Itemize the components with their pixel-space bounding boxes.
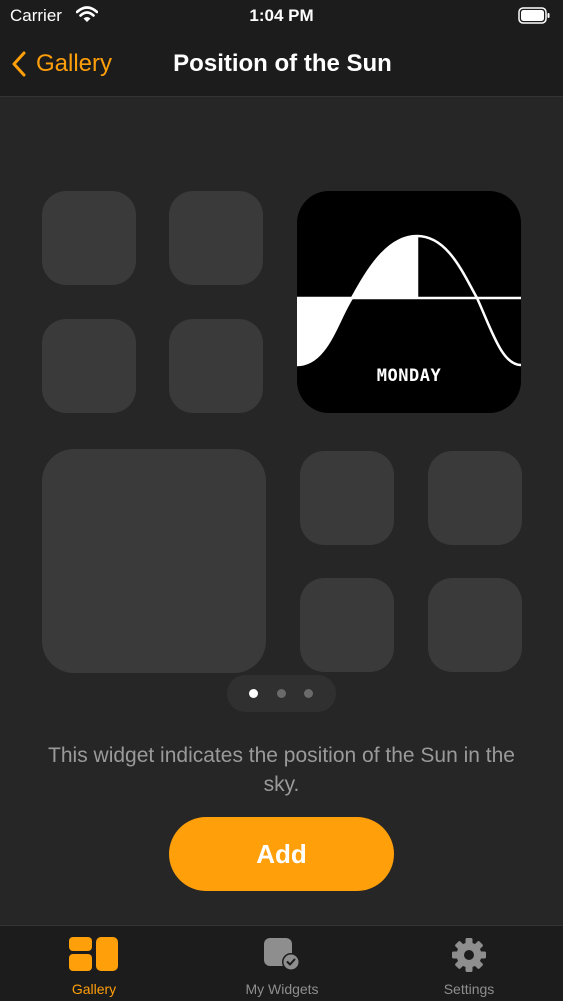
- placeholder-large-widget: [42, 449, 266, 673]
- page-dot-2[interactable]: [277, 689, 286, 698]
- status-bar: Carrier 1:04 PM: [0, 0, 563, 32]
- placeholder-app-tile: [300, 451, 394, 545]
- widget-day-label: MONDAY: [376, 366, 442, 386]
- placeholder-app-tile: [169, 191, 263, 285]
- tab-settings[interactable]: Settings: [375, 926, 563, 1001]
- placeholder-app-tile: [428, 451, 522, 545]
- tab-gallery-label: Gallery: [71, 981, 117, 997]
- my-widgets-icon: [262, 936, 302, 977]
- tab-bar: Gallery My Widgets Settings: [0, 925, 563, 1001]
- navigation-bar: Gallery Position of the Sun: [0, 32, 563, 97]
- placeholder-app-tile: [42, 319, 136, 413]
- placeholder-app-tile: [169, 319, 263, 413]
- tab-my-widgets-label: My Widgets: [245, 981, 319, 997]
- sun-position-widget-preview: MONDAY: [297, 191, 521, 413]
- widget-description: This widget indicates the position of th…: [48, 744, 515, 796]
- page-indicator[interactable]: [227, 675, 336, 712]
- placeholder-app-tile: [42, 191, 136, 285]
- tab-my-widgets[interactable]: My Widgets: [188, 926, 376, 1001]
- gallery-icon: [68, 936, 120, 977]
- add-widget-button[interactable]: Add: [169, 817, 394, 891]
- placeholder-app-tile: [428, 578, 522, 672]
- page-title: Position of the Sun: [173, 50, 392, 77]
- tab-gallery[interactable]: Gallery: [0, 926, 188, 1001]
- tab-settings-label: Settings: [443, 981, 495, 997]
- gear-icon: [450, 936, 488, 979]
- battery-icon: [518, 7, 550, 29]
- page-dot-1[interactable]: [249, 689, 258, 698]
- status-time: 1:04 PM: [249, 6, 314, 25]
- placeholder-app-tile: [300, 578, 394, 672]
- page-dot-3[interactable]: [304, 689, 313, 698]
